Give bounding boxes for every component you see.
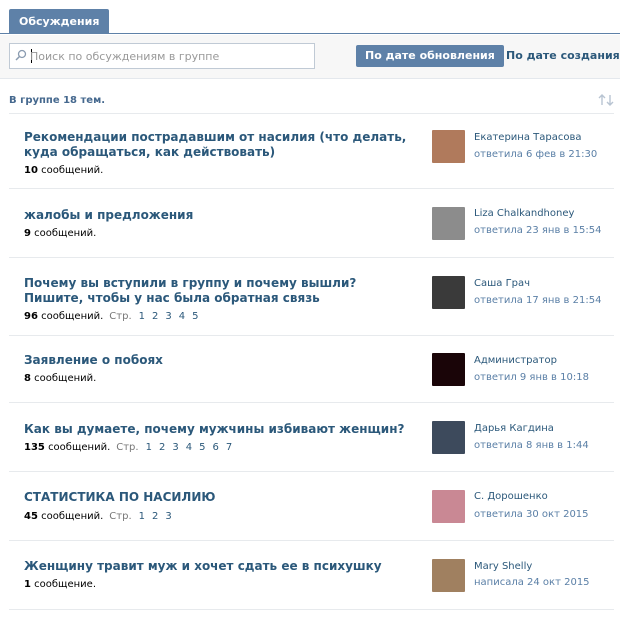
page-link[interactable]: 4 (179, 311, 185, 322)
page-link[interactable]: 1 (139, 511, 145, 522)
topic-count-summary: В группе 18 тем. (9, 95, 106, 106)
pagination: Стр. 1 2 3 4 5 (109, 311, 198, 322)
message-count-number: 9 (24, 228, 31, 239)
pagination: Стр. 1 2 3 4 5 6 7 (116, 442, 232, 453)
page-link[interactable]: 2 (152, 511, 158, 522)
topic-title[interactable]: жалобы и предложения (24, 208, 414, 223)
page-link[interactable]: 6 (212, 442, 218, 453)
last-author-name[interactable]: Дарья Кагдина (474, 423, 554, 434)
avatar[interactable] (432, 353, 465, 386)
sort-order-icon[interactable] (598, 94, 614, 106)
pages-label: Стр. (116, 442, 139, 453)
message-count-number: 10 (24, 165, 38, 176)
sort-by-creation-link[interactable]: По дате создания (506, 45, 620, 67)
topic-row[interactable]: Как вы думаете, почему мужчины избивают … (9, 403, 614, 472)
last-reply-time[interactable]: ответила 17 янв в 21:54 (474, 295, 601, 306)
tab-bar: Обсуждения (0, 0, 620, 34)
last-reply-time[interactable]: ответила 8 янв в 1:44 (474, 440, 589, 451)
pages-label: Стр. (109, 511, 132, 522)
topic-title[interactable]: Рекомендации пострадавшим от насилия (чт… (24, 130, 414, 160)
message-count-number: 96 (24, 311, 38, 322)
message-count-word: сообщение. (34, 579, 96, 590)
page-link[interactable]: 3 (172, 442, 178, 453)
avatar[interactable] (432, 276, 465, 309)
message-count-word: сообщений. (41, 165, 104, 176)
avatar[interactable] (432, 421, 465, 454)
last-reply-time[interactable]: ответила 23 янв в 15:54 (474, 225, 601, 236)
message-count: 135 сообщений. Стр. 1 2 3 4 5 6 7 (24, 442, 232, 453)
last-author-name[interactable]: Mary Shelly (474, 561, 532, 572)
page-link[interactable]: 3 (165, 511, 171, 522)
message-count: 8 сообщений. (24, 373, 96, 384)
page-link[interactable]: 3 (165, 311, 171, 322)
search-box[interactable] (9, 43, 315, 69)
message-count-word: сообщений. (34, 228, 97, 239)
message-count-number: 45 (24, 511, 38, 522)
last-reply-time[interactable]: написала 24 окт 2015 (474, 577, 590, 588)
message-count-number: 135 (24, 442, 45, 453)
topic-row[interactable]: жалобы и предложения 9 сообщений. Liza C… (9, 189, 614, 258)
avatar[interactable] (432, 559, 465, 592)
last-author-name[interactable]: Администратор (474, 355, 557, 366)
last-author-name[interactable]: Liza Chalkandhoney (474, 208, 574, 219)
message-count-word: сообщений. (34, 373, 97, 384)
pages-label: Стр. (109, 311, 132, 322)
page-link[interactable]: 2 (159, 442, 165, 453)
search-icon (15, 49, 27, 61)
topic-title[interactable]: Женщину травит муж и хочет сдать ее в пс… (24, 559, 414, 574)
last-reply-time[interactable]: ответил 9 янв в 10:18 (474, 372, 589, 383)
pagination: Стр. 1 2 3 (109, 511, 171, 522)
last-reply-time[interactable]: ответила 6 фев в 21:30 (474, 149, 597, 160)
page-link[interactable]: 7 (226, 442, 232, 453)
message-count-number: 1 (24, 579, 31, 590)
tab-discussions[interactable]: Обсуждения (9, 9, 110, 34)
search-input[interactable] (30, 47, 310, 65)
avatar[interactable] (432, 490, 465, 523)
last-author-name[interactable]: С. Дорошенко (474, 491, 548, 502)
topic-row[interactable]: Почему вы вступили в группу и почему выш… (9, 258, 614, 336)
avatar[interactable] (432, 207, 465, 240)
last-author-name[interactable]: Саша Грач (474, 278, 530, 289)
page-link[interactable]: 1 (139, 311, 145, 322)
topic-title[interactable]: СТАТИСТИКА ПО НАСИЛИЮ (24, 490, 414, 505)
page-link[interactable]: 2 (152, 311, 158, 322)
message-count: 10 сообщений. (24, 165, 103, 176)
page-link[interactable]: 5 (192, 311, 198, 322)
message-count-number: 8 (24, 373, 31, 384)
message-count: 1 сообщение. (24, 579, 96, 590)
topic-title[interactable]: Как вы думаете, почему мужчины избивают … (24, 422, 414, 437)
topic-title[interactable]: Почему вы вступили в группу и почему выш… (24, 276, 414, 306)
message-count-word: сообщений. (41, 311, 104, 322)
message-count: 45 сообщений. Стр. 1 2 3 (24, 511, 172, 522)
message-count: 9 сообщений. (24, 228, 96, 239)
topic-row[interactable]: Заявление о побоях 8 сообщений. Админист… (9, 336, 614, 403)
topic-title[interactable]: Заявление о побоях (24, 353, 414, 368)
topic-row[interactable]: Рекомендации пострадавшим от насилия (чт… (9, 114, 614, 189)
message-count-word: сообщений. (41, 511, 104, 522)
page-link[interactable]: 4 (186, 442, 192, 453)
message-count-word: сообщений. (48, 442, 111, 453)
topic-row[interactable]: СТАТИСТИКА ПО НАСИЛИЮ 45 сообщений. Стр. 1… (9, 472, 614, 541)
topic-row[interactable]: Женщину травит муж и хочет сдать ее в пс… (9, 541, 614, 610)
sort-by-update-button[interactable]: По дате обновления (356, 45, 504, 67)
last-author-name[interactable]: Екатерина Тарасова (474, 132, 582, 143)
avatar[interactable] (432, 130, 465, 163)
message-count: 96 сообщений. Стр. 1 2 3 4 5 (24, 311, 199, 322)
search-bar: По дате обновления По дате создания (0, 35, 620, 79)
page-link[interactable]: 5 (199, 442, 205, 453)
page-link[interactable]: 1 (146, 442, 152, 453)
last-reply-time[interactable]: ответила 30 окт 2015 (474, 509, 589, 520)
